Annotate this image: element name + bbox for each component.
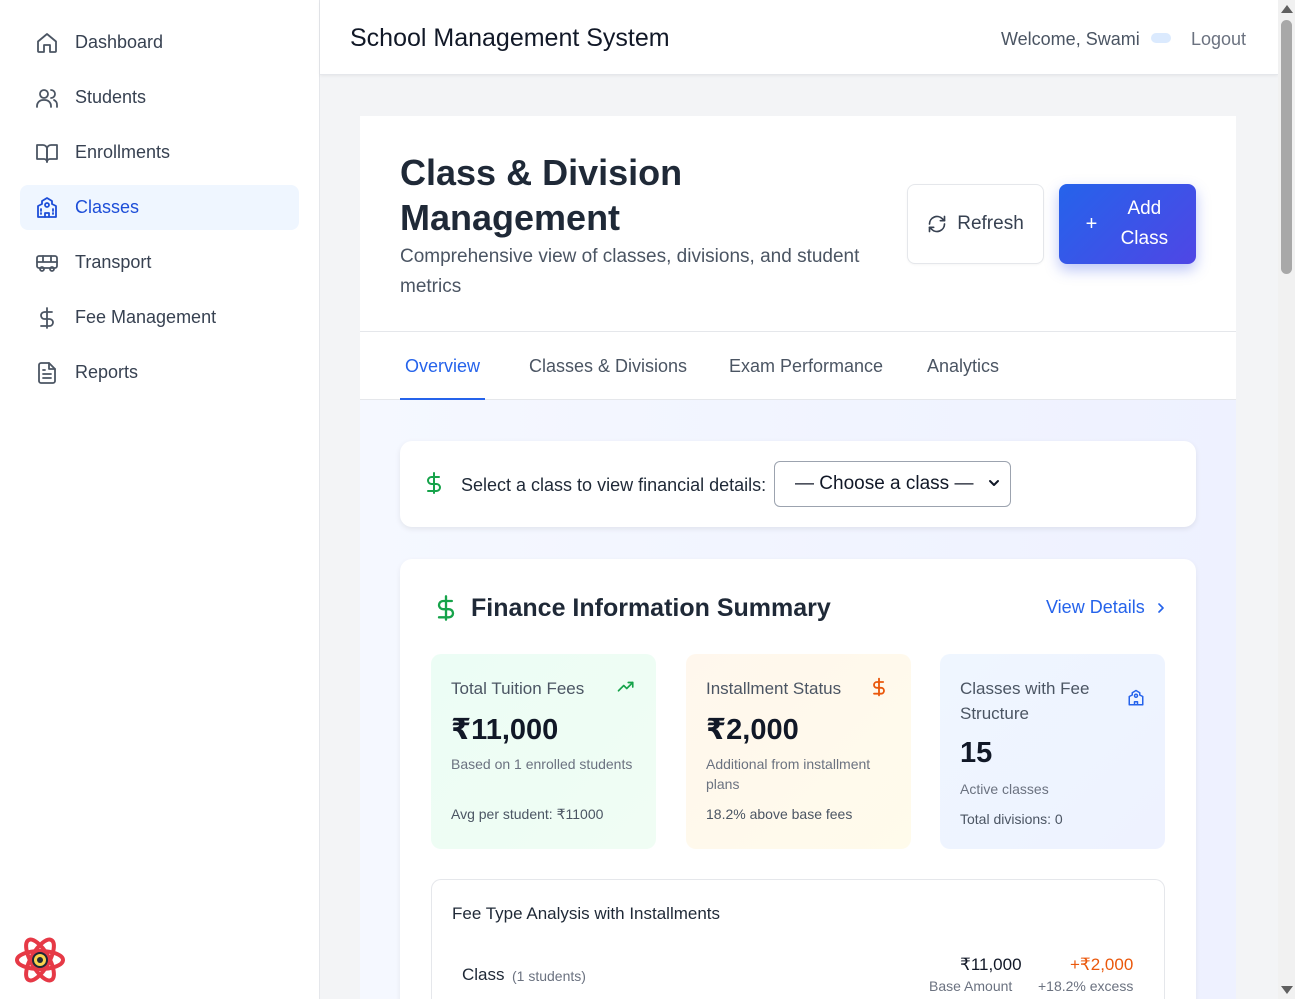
class-select[interactable]: — Choose a class — — [774, 461, 1011, 507]
chevron-down-icon — [986, 475, 1002, 497]
sidebar-item-students[interactable]: Students — [20, 75, 299, 120]
file-text-icon — [34, 360, 60, 386]
stat-note: Active classes — [960, 781, 1049, 797]
fee-type-count: (1 students) — [512, 968, 586, 984]
installment-status-card: Installment Status ₹2,000 Additional fro… — [686, 654, 911, 849]
sidebar-item-label: Students — [75, 87, 147, 107]
tab-exam-performance[interactable]: Exam Performance — [724, 332, 888, 400]
tab-overview[interactable]: Overview — [400, 332, 486, 400]
sidebar-item-label: Classes — [75, 197, 140, 217]
chevron-right-icon — [1153, 600, 1169, 616]
stat-value: ₹11,000 — [451, 714, 559, 746]
app-title: School Management System — [350, 24, 670, 52]
classes-fee-structure-card: Classes with Fee Structure 15 Active cla… — [940, 654, 1165, 849]
excess-value: +₹2,000 — [1070, 955, 1134, 974]
stat-note: Based on 1 enrolled students — [451, 756, 633, 772]
sidebar-nav: Dashboard Students Enrollments Classes T… — [0, 0, 319, 395]
sidebar-item-classes[interactable]: Classes — [20, 185, 299, 230]
tab-classes-divisions[interactable]: Classes & Divisions — [524, 332, 692, 400]
stat-foot: Avg per student: ₹11000 — [451, 806, 604, 822]
sidebar-item-fee-management[interactable]: Fee Management — [20, 295, 299, 340]
stat-note: Additional from installment plans — [706, 756, 871, 792]
trending-up-icon — [615, 678, 637, 701]
stat-foot: 18.2% above base fees — [706, 806, 853, 822]
tuition-fees-card: Total Tuition Fees ₹11,000 Based on 1 en… — [431, 654, 656, 849]
welcome-text: Welcome, Swami — [1001, 29, 1140, 49]
logout-button[interactable]: Logout — [1191, 29, 1246, 50]
fee-analysis-title: Fee Type Analysis with Installments — [452, 904, 721, 923]
stat-value: ₹2,000 — [706, 714, 799, 746]
fee-type-analysis: Fee Type Analysis with Installments Clas… — [431, 879, 1165, 999]
finance-summary-card: Finance Information Summary View Details… — [400, 559, 1196, 999]
status-pill — [1151, 33, 1171, 43]
stat-foot: Total divisions: 0 — [960, 811, 1063, 827]
school-icon — [1127, 689, 1145, 712]
users-icon — [34, 85, 60, 111]
book-open-icon — [34, 140, 60, 166]
refresh-button[interactable]: Refresh — [907, 184, 1044, 264]
finance-summary-title: Finance Information Summary — [471, 594, 831, 622]
view-details-label: View Details — [1046, 597, 1145, 617]
sidebar-item-dashboard[interactable]: Dashboard — [20, 20, 299, 65]
class-selector-card: Select a class to view financial details… — [400, 441, 1196, 527]
sidebar-item-label: Reports — [75, 362, 139, 382]
scroll-up-arrow-icon[interactable] — [1281, 5, 1293, 13]
page-scrollbar[interactable] — [1278, 0, 1295, 999]
class-select-value: — Choose a class — — [795, 473, 974, 494]
stat-value: 15 — [960, 737, 993, 769]
add-class-label: Add Class — [1120, 198, 1169, 249]
school-icon — [34, 195, 60, 221]
tab-analytics[interactable]: Analytics — [922, 332, 1004, 400]
excess-label: +18.2% excess — [1038, 978, 1134, 994]
tab-bar: Overview Classes & Divisions Exam Perfor… — [360, 331, 1236, 400]
top-header: School Management System Welcome, Swami … — [320, 0, 1278, 75]
sidebar-item-label: Dashboard — [75, 32, 164, 52]
sidebar: Dashboard Students Enrollments Classes T… — [0, 0, 320, 999]
overview-panel: Select a class to view financial details… — [360, 400, 1236, 999]
sidebar-item-enrollments[interactable]: Enrollments — [20, 130, 299, 175]
stat-label: Installment Status — [706, 679, 842, 698]
sidebar-item-label: Fee Management — [75, 307, 217, 327]
refresh-label: Refresh — [957, 213, 1024, 234]
add-class-button[interactable]: + Add Class — [1059, 184, 1196, 264]
page-subtitle: Comprehensive view of classes, divisions… — [400, 246, 860, 297]
dollar-icon — [34, 305, 60, 331]
dollar-icon — [432, 593, 460, 628]
plus-icon: + — [1085, 212, 1098, 235]
react-logo-icon[interactable] — [14, 934, 66, 986]
base-amount-label: Base Amount — [929, 978, 1013, 994]
scrollbar-thumb[interactable] — [1281, 20, 1292, 274]
sidebar-item-transport[interactable]: Transport — [20, 240, 299, 285]
page-title: Class & Division Management — [400, 152, 683, 238]
base-amount-value: ₹11,000 — [960, 955, 1022, 974]
home-icon — [34, 30, 60, 56]
refresh-icon — [927, 214, 947, 234]
view-details-link[interactable]: View Details — [1046, 597, 1169, 618]
sidebar-item-label: Transport — [75, 252, 152, 272]
stat-label: Classes with Fee Structure — [960, 679, 1090, 723]
main-content: Class & Division Management Comprehensiv… — [360, 116, 1236, 999]
fee-type-name: Class — [462, 965, 505, 984]
sidebar-item-reports[interactable]: Reports — [20, 350, 299, 395]
sidebar-item-label: Enrollments — [75, 142, 171, 162]
bus-icon — [34, 250, 60, 276]
dollar-icon — [422, 471, 446, 500]
class-selector-label: Select a class to view financial details… — [461, 475, 767, 495]
stat-label: Total Tuition Fees — [451, 679, 585, 698]
dollar-icon — [869, 676, 889, 703]
scroll-down-arrow-icon[interactable] — [1281, 986, 1293, 994]
